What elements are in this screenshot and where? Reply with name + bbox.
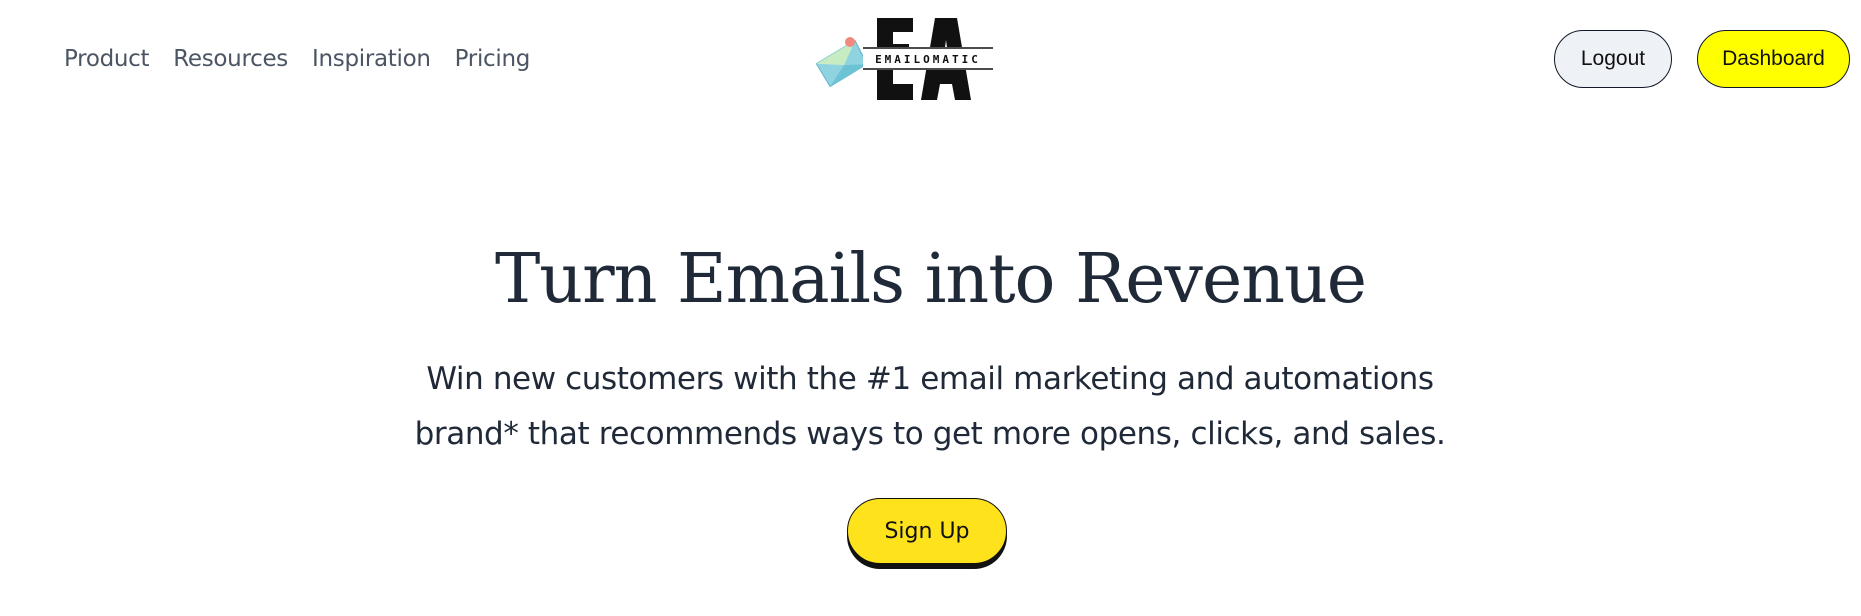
dashboard-button[interactable]: Dashboard [1697, 30, 1850, 88]
main-nav: Product Resources Inspiration Pricing [64, 46, 530, 72]
nav-item-inspiration[interactable]: Inspiration [312, 46, 431, 72]
logo-wordmark: EMAILOMATIC [875, 53, 981, 66]
envelope-logo-icon: EMAILOMATIC [815, 18, 995, 100]
brand-logo[interactable]: EMAILOMATIC [815, 14, 995, 106]
nav-item-resources[interactable]: Resources [173, 46, 288, 72]
logout-button[interactable]: Logout [1554, 30, 1672, 88]
hero-subtitle-line-1: Win new customers with the #1 email mark… [426, 361, 1434, 397]
hero-subtitle: Win new customers with the #1 email mark… [380, 352, 1480, 462]
hero-subtitle-line-2: brand* that recommends ways to get more … [414, 416, 1446, 452]
hero-title: Turn Emails into Revenue [494, 240, 1367, 319]
signup-button[interactable]: Sign Up [847, 498, 1007, 564]
nav-item-pricing[interactable]: Pricing [455, 46, 531, 72]
nav-item-product[interactable]: Product [64, 46, 150, 72]
